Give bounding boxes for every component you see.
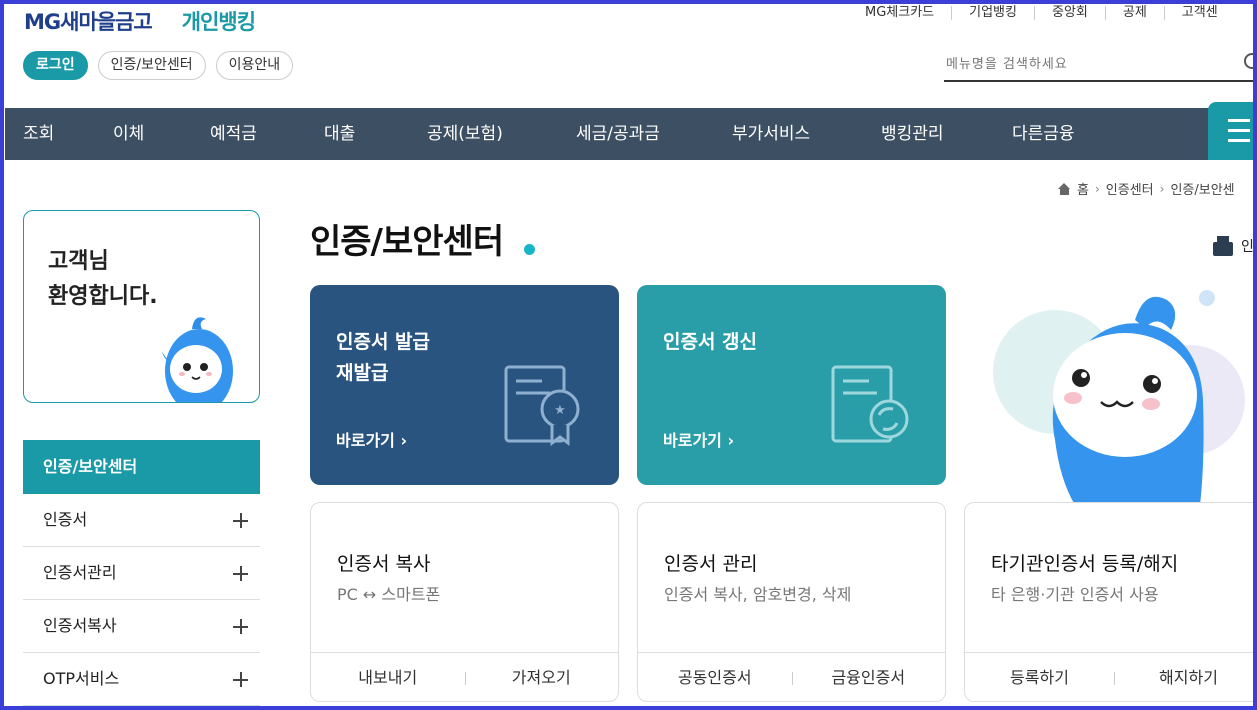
card-title: 인증서 복사 bbox=[337, 553, 431, 575]
card-subtitle: 타 은행·기관 인증서 사용 bbox=[991, 585, 1159, 604]
card-title-line-1: 인증서 갱신 bbox=[663, 331, 758, 353]
util-link-corporate[interactable]: 기업뱅킹 bbox=[951, 6, 1034, 20]
logo[interactable]: MG새마을금고 개인뱅킹 bbox=[24, 6, 256, 36]
quick-pills: 로그인 인증/보안센터 이용안내 bbox=[23, 51, 294, 80]
breadcrumb-cert-center[interactable]: 인증센터 bbox=[1106, 179, 1154, 198]
print-label: 인 bbox=[1241, 239, 1254, 255]
side-nav-item-otp[interactable]: OTP서비스 bbox=[23, 653, 260, 706]
util-link-insurance[interactable]: 공제 bbox=[1104, 6, 1164, 20]
nav-tax[interactable]: 세금/공과금 bbox=[576, 108, 660, 160]
breadcrumb: 홈 › 인증센터 › 인증/보안센 bbox=[1058, 179, 1235, 198]
page-title: 인증/보안센터 bbox=[310, 222, 504, 262]
breadcrumb-home[interactable]: 홈 bbox=[1077, 179, 1089, 198]
cert-copy-card: 인증서 복사 PC ↔ 스마트폰 내보내기 가져오기 bbox=[310, 502, 619, 702]
side-nav-label: 인증서관리 bbox=[43, 563, 117, 582]
cert-renew-card[interactable]: 인증서 갱신 바로가기 › bbox=[637, 285, 946, 485]
card-links: 등록하기 해지하기 bbox=[965, 652, 1257, 702]
cert-issue-card[interactable]: 인증서 발급 재발급 바로가기 › ★ bbox=[310, 285, 619, 485]
util-link-customer[interactable]: 고객센 bbox=[1163, 6, 1235, 20]
import-button[interactable]: 가져오기 bbox=[464, 653, 619, 702]
side-nav-item-cert-copy[interactable]: 인증서복사 bbox=[23, 600, 260, 653]
util-link-central[interactable]: 중앙회 bbox=[1033, 6, 1105, 20]
main-nav: 조회 이체 예적금 대출 공제(보험) 세금/공과금 부가서비스 뱅킹관리 다른… bbox=[5, 108, 1257, 160]
all-menu-button[interactable] bbox=[1208, 102, 1257, 160]
side-nav-head[interactable]: 인증/보안센터 bbox=[23, 440, 260, 494]
card-title: 타기관인증서 등록/해지 bbox=[991, 553, 1179, 575]
security-center-button[interactable]: 인증/보안센터 bbox=[97, 51, 206, 80]
plus-icon[interactable] bbox=[233, 566, 248, 581]
search-icon[interactable] bbox=[1244, 53, 1257, 69]
go-link[interactable]: 바로가기 › bbox=[663, 427, 734, 451]
welcome-box: 고객님 환영합니다. bbox=[23, 210, 260, 403]
card-subtitle: 인증서 복사, 암호변경, 삭제 bbox=[664, 585, 852, 604]
title-dot bbox=[524, 244, 535, 255]
nav-banking-management[interactable]: 뱅킹관리 bbox=[881, 108, 944, 160]
financial-cert-button[interactable]: 금융인증서 bbox=[791, 653, 946, 702]
certificate-award-icon: ★ bbox=[504, 365, 580, 446]
logo-sub: 개인뱅킹 bbox=[181, 10, 256, 34]
mascot-illustration bbox=[993, 290, 1245, 505]
plus-icon[interactable] bbox=[233, 672, 248, 687]
nav-deposit[interactable]: 예적금 bbox=[210, 108, 257, 160]
welcome-text: 고객님 환영합니다. bbox=[48, 244, 158, 314]
print-icon bbox=[1213, 236, 1233, 256]
joint-cert-button[interactable]: 공동인증서 bbox=[638, 653, 792, 702]
side-nav-label: 인증서 bbox=[43, 510, 88, 529]
card-title: 인증서 관리 bbox=[664, 553, 758, 575]
side-nav: 인증/보안센터 인증서 인증서관리 인증서복사 OTP서비스 bbox=[23, 440, 260, 706]
card-title-line-2: 재발급 bbox=[336, 362, 389, 384]
certificate-renew-icon bbox=[831, 365, 909, 443]
breadcrumb-current: 인증/보안센 bbox=[1170, 183, 1235, 198]
plus-icon[interactable] bbox=[233, 513, 248, 528]
guide-button[interactable]: 이용안내 bbox=[215, 51, 294, 80]
card-subtitle: PC ↔ 스마트폰 bbox=[337, 585, 441, 604]
side-nav-item-cert-manage[interactable]: 인증서관리 bbox=[23, 547, 260, 600]
nav-extra-service[interactable]: 부가서비스 bbox=[732, 108, 810, 160]
go-link[interactable]: 바로가기 › bbox=[336, 427, 407, 451]
print-button[interactable]: 인 bbox=[1213, 236, 1254, 256]
search-input[interactable] bbox=[944, 50, 1224, 78]
mascot-icon bbox=[162, 317, 233, 402]
nav-transfer[interactable]: 이체 bbox=[113, 108, 144, 160]
card-links: 내보내기 가져오기 bbox=[311, 652, 618, 702]
chevron-right-icon: › bbox=[1094, 181, 1100, 196]
utility-links: MG체크카드 기업뱅킹 중앙회 공제 고객센 bbox=[848, 6, 1235, 20]
card-title-line-1: 인증서 발급 bbox=[336, 331, 431, 353]
logo-main: MG새마을금고 bbox=[24, 10, 153, 34]
hamburger-icon bbox=[1228, 119, 1250, 122]
side-nav-label: 인증서복사 bbox=[43, 616, 117, 635]
search-box bbox=[944, 50, 1257, 82]
side-nav-item-cert[interactable]: 인증서 bbox=[23, 494, 260, 547]
welcome-line-1: 고객님 bbox=[48, 249, 109, 274]
nav-other-finance[interactable]: 다른금융 bbox=[1012, 108, 1075, 160]
card-title: 인증서 발급 재발급 bbox=[336, 327, 430, 389]
cert-manage-card: 인증서 관리 인증서 복사, 암호변경, 삭제 공동인증서 금융인증서 bbox=[637, 502, 946, 702]
nav-loan[interactable]: 대출 bbox=[324, 108, 355, 160]
plus-icon[interactable] bbox=[233, 619, 248, 634]
login-button[interactable]: 로그인 bbox=[23, 51, 88, 80]
nav-insurance[interactable]: 공제(보험) bbox=[427, 108, 503, 160]
chevron-right-icon: › bbox=[1159, 181, 1165, 196]
side-nav-label: OTP서비스 bbox=[43, 669, 120, 688]
register-button[interactable]: 등록하기 bbox=[965, 653, 1114, 702]
cancel-register-button[interactable]: 해지하기 bbox=[1114, 653, 1257, 702]
welcome-line-2: 환영합니다. bbox=[48, 284, 158, 309]
util-link-checkcard[interactable]: MG체크카드 bbox=[848, 6, 951, 20]
card-title: 인증서 갱신 bbox=[663, 327, 757, 358]
nav-inquiry[interactable]: 조회 bbox=[23, 108, 54, 160]
card-links: 공동인증서 금융인증서 bbox=[638, 652, 945, 702]
export-button[interactable]: 내보내기 bbox=[311, 653, 465, 702]
svg-text:★: ★ bbox=[554, 403, 566, 418]
other-institution-cert-card: 타기관인증서 등록/해지 타 은행·기관 인증서 사용 등록하기 해지하기 bbox=[964, 502, 1257, 702]
home-icon[interactable] bbox=[1058, 182, 1071, 195]
